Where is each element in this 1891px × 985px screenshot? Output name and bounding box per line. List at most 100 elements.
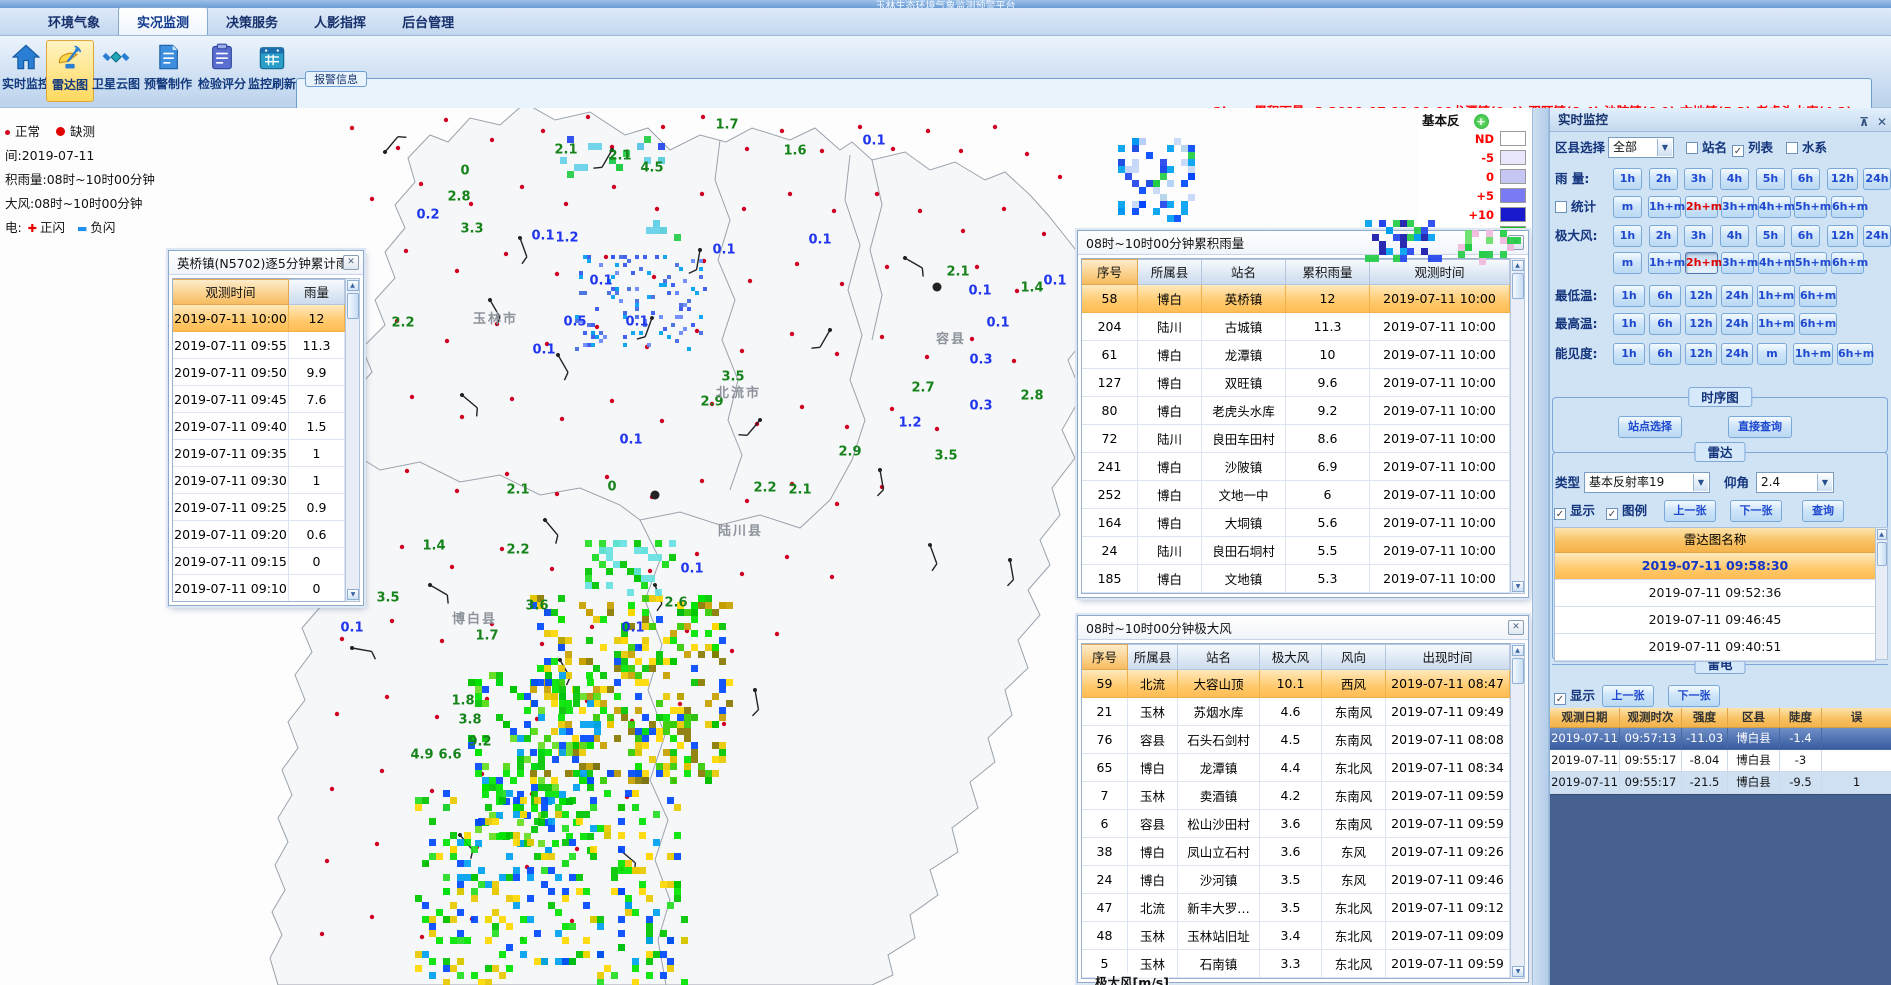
period-button-1h+m[interactable]: 1h+m: [1757, 313, 1795, 335]
column-header[interactable]: 陡度: [1780, 708, 1822, 728]
table-row[interactable]: 48玉林玉林站旧址3.4东北风2019-07-11 09:09: [1082, 922, 1524, 950]
period-button-1h[interactable]: 1h: [1613, 313, 1645, 335]
station-dot[interactable]: [560, 417, 564, 421]
station-dot[interactable]: [880, 335, 884, 339]
column-header[interactable]: 区县: [1728, 708, 1780, 728]
radar-image-item[interactable]: 2019-07-11 09:46:45: [1555, 607, 1875, 634]
period-button-m[interactable]: m: [1757, 343, 1787, 365]
station-dot[interactable]: [790, 332, 794, 336]
column-header[interactable]: 误: [1822, 708, 1891, 728]
period-button-4h[interactable]: 4h: [1720, 168, 1749, 190]
column-header[interactable]: 所属县: [1128, 644, 1178, 670]
station-dot[interactable]: [700, 479, 704, 483]
period-button-3h+m[interactable]: 3h+m: [1721, 252, 1754, 274]
station-dot[interactable]: [330, 787, 334, 791]
station-select-button[interactable]: 站点选择: [1618, 416, 1682, 438]
station-dot[interactable]: [875, 192, 879, 196]
station-dot[interactable]: [701, 115, 705, 119]
expand-legend-icon[interactable]: +: [1474, 114, 1489, 129]
toolbar-button-4[interactable]: 预警制作: [144, 40, 192, 102]
table-row[interactable]: 24陆川良田石垌村5.52019-07-11 10:00: [1082, 537, 1524, 565]
table-row[interactable]: 127博白双旺镇9.62019-07-11 10:00: [1082, 369, 1524, 397]
station-dot[interactable]: [1058, 175, 1062, 179]
station-dot[interactable]: [840, 282, 844, 286]
station-dot[interactable]: [730, 649, 734, 653]
station-dot[interactable]: [444, 118, 448, 122]
period-button-6h[interactable]: 6h: [1649, 343, 1681, 365]
table-row[interactable]: 2019-07-11 09:150: [173, 548, 359, 575]
max-wind-panel[interactable]: 08时~10时00分钟极大风 ✕ 序号所属县站名极大风风向出现时间59北流大容山…: [1077, 615, 1529, 983]
period-button-1h+m[interactable]: 1h+m: [1793, 343, 1833, 365]
station-dot[interactable]: [780, 129, 784, 133]
period-button-12h[interactable]: 12h: [1685, 285, 1717, 307]
column-header[interactable]: 观测日期: [1550, 708, 1620, 728]
period-button-6h+m[interactable]: 6h+m: [1831, 196, 1864, 218]
filter-check-2[interactable]: ✓列表: [1732, 137, 1773, 159]
scroll-down-icon[interactable]: ▼: [1512, 581, 1524, 592]
panel-scrollbar[interactable]: ▲▼: [345, 278, 360, 602]
station-dot[interactable]: [788, 192, 792, 196]
scrollbar-thumb[interactable]: [1512, 658, 1524, 684]
station-dot[interactable]: [500, 547, 504, 551]
station-dot[interactable]: [1015, 289, 1019, 293]
station-dot[interactable]: [435, 715, 439, 719]
toolbar-button-1[interactable]: 实时监控: [2, 40, 50, 102]
period-button-2h[interactable]: 2h: [1649, 225, 1678, 247]
station-dot[interactable]: [648, 569, 652, 573]
table-row[interactable]: 2019-07-11 09:100: [173, 575, 359, 602]
station-dot[interactable]: [935, 427, 939, 431]
table-row[interactable]: 38博白凤山立石村3.6东风2019-07-11 09:26: [1082, 838, 1524, 866]
prev-image-button[interactable]: 上一张: [1664, 500, 1716, 522]
table-row[interactable]: 80博白老虎头水库9.22019-07-11 10:00: [1082, 397, 1524, 425]
table-row[interactable]: 58博白英桥镇122019-07-11 10:00: [1082, 285, 1524, 313]
period-button-1h[interactable]: 1h: [1613, 168, 1642, 190]
scroll-down-icon[interactable]: ▼: [1512, 966, 1524, 977]
menu-tab-2[interactable]: 实况监测: [118, 7, 208, 35]
station-dot[interactable]: [748, 279, 752, 283]
station-dot-large[interactable]: [933, 283, 942, 292]
station-dot[interactable]: [975, 265, 979, 269]
toolbar-button-2[interactable]: 雷达图: [46, 40, 94, 102]
lightning-show-check[interactable]: ✓显示: [1554, 685, 1595, 707]
table-row[interactable]: 2019-07-11 09:351: [173, 440, 359, 467]
panel-scrollbar[interactable]: ▲▼: [1510, 643, 1525, 979]
station-dot[interactable]: [961, 229, 965, 233]
filter-check-1[interactable]: 站名: [1686, 137, 1727, 159]
period-button-1h+m[interactable]: 1h+m: [1757, 285, 1795, 307]
station-dot[interactable]: [835, 352, 839, 356]
station-dot[interactable]: [460, 415, 464, 419]
station-dot[interactable]: [745, 499, 749, 503]
station-dot[interactable]: [1042, 232, 1046, 236]
station-dot[interactable]: [835, 502, 839, 506]
period-button-5h[interactable]: 5h: [1756, 168, 1785, 190]
pin-icon[interactable]: ⊼: [1859, 115, 1869, 129]
station-dot[interactable]: [700, 192, 704, 196]
station-dot[interactable]: [745, 147, 749, 151]
period-button-m[interactable]: m: [1613, 196, 1642, 218]
table-row[interactable]: 65博白龙潭镇4.4东北风2019-07-11 08:34: [1082, 754, 1524, 782]
station-dot[interactable]: [564, 202, 568, 206]
station-dot[interactable]: [520, 185, 524, 189]
direct-query-button[interactable]: 直接查询: [1728, 416, 1792, 438]
station-dot[interactable]: [610, 399, 614, 403]
close-icon[interactable]: ✕: [1877, 115, 1887, 129]
table-row[interactable]: 204陆川古城镇11.32019-07-11 10:00: [1082, 313, 1524, 341]
table-row[interactable]: 7玉林卖酒镇4.2东南风2019-07-11 09:59: [1082, 782, 1524, 810]
station-dot[interactable]: [555, 272, 559, 276]
station-dot[interactable]: [430, 789, 434, 793]
period-button-1h[interactable]: 1h: [1613, 225, 1642, 247]
station-dot[interactable]: [540, 642, 544, 646]
station-dot[interactable]: [845, 425, 849, 429]
table-row[interactable]: 76容县石头石剑村4.5东南风2019-07-11 08:08: [1082, 726, 1524, 754]
accumulated-rain-panel[interactable]: 08时~10时00分钟累积雨量 ✕ 序号所属县站名累积雨量观测时间58博白英桥镇…: [1077, 230, 1529, 598]
period-button-3h+m[interactable]: 3h+m: [1721, 196, 1754, 218]
station-dot[interactable]: [820, 149, 824, 153]
column-header[interactable]: 出现时间: [1386, 644, 1510, 670]
next-image-button[interactable]: 下一张: [1668, 685, 1720, 707]
station-dot[interactable]: [604, 255, 608, 259]
radar-image-item[interactable]: 2019-07-11 09:58:30: [1555, 553, 1875, 580]
station-dot[interactable]: [661, 125, 665, 129]
checkbox-icon[interactable]: ✓: [1732, 145, 1744, 157]
station-dot[interactable]: [740, 349, 744, 353]
checkbox-icon[interactable]: ✓: [1554, 508, 1566, 520]
